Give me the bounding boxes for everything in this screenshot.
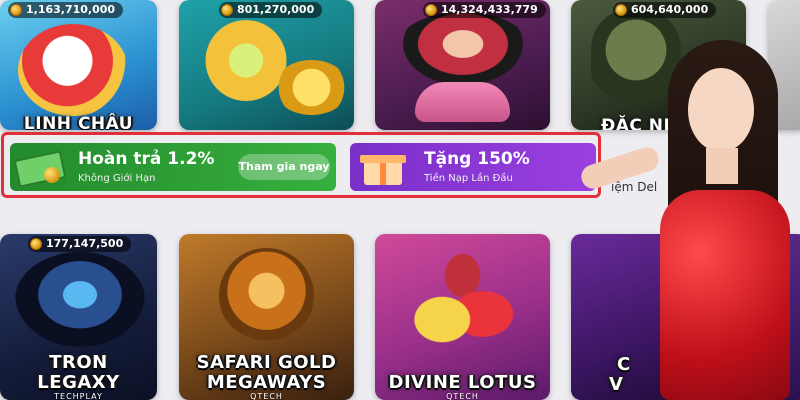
provider-label: QTECH <box>446 392 479 400</box>
game-title: LINH CHÂU <box>23 114 134 130</box>
jackpot-badge: 604,640,000 <box>613 2 717 18</box>
join-now-button[interactable]: Tham gia ngay <box>238 154 330 180</box>
gift-box-icon <box>358 149 408 187</box>
jackpot-badge: 1,163,710,000 <box>8 2 124 18</box>
cashback-title: Hoàn trả 1.2% <box>78 149 215 169</box>
game-title: SAFARI GOLD <box>196 352 337 373</box>
coin-icon <box>10 4 22 16</box>
bonus-title: Tặng 150% <box>424 149 530 169</box>
game-title: DIVINE LOTUS <box>388 372 537 393</box>
game-tile-safari-gold[interactable]: SAFARI GOLD MEGAWAYS QTECH <box>179 234 354 400</box>
bonus-subtitle: Tiền Nạp Lần Đầu <box>424 173 513 184</box>
cashback-promo[interactable]: Hoàn trả 1.2% Không Giới Hạn Tham gia ng… <box>10 143 336 191</box>
coin-icon <box>425 4 437 16</box>
jackpot-badge: 177,147,500 <box>28 236 132 252</box>
game-tile-golden-snake[interactable]: 801,270,000 <box>179 0 354 130</box>
coin-icon <box>30 238 42 250</box>
dragons-figure <box>395 248 530 358</box>
cashback-subtitle: Không Giới Hạn <box>78 173 156 184</box>
game-title-line2: MEGAWAYS <box>206 372 327 393</box>
provider-label: QTECH <box>250 392 283 400</box>
car-figure <box>415 82 510 122</box>
lion-figure <box>219 248 314 343</box>
gold-pile <box>274 60 349 115</box>
provider-label: TECHPLAY <box>54 392 103 400</box>
coin-icon <box>221 4 233 16</box>
game-title: TRON <box>49 352 108 373</box>
rider-figure <box>15 252 145 347</box>
game-tile-tron-legaxy[interactable]: 177,147,500 TRON LEGAXY TECHPLAY <box>0 234 157 400</box>
promo-banner: Hoàn trả 1.2% Không Giới Hạn Tham gia ng… <box>1 132 601 198</box>
characters-figure <box>393 12 533 92</box>
money-stack-icon <box>13 149 70 188</box>
game-tile-linh-chau[interactable]: 1,163,710,000 LINH CHÂU <box>0 0 157 130</box>
coin-icon <box>615 4 627 16</box>
first-deposit-promo[interactable]: Tặng 150% Tiền Nạp Lần Đầu <box>350 143 596 191</box>
model-figure <box>578 40 800 400</box>
game-title-line2: LEGAXY <box>37 372 120 393</box>
jackpot-badge: 801,270,000 <box>219 2 323 18</box>
game-tile-divine-lotus[interactable]: DIVINE LOTUS QTECH <box>375 234 550 400</box>
game-tile-pinup[interactable]: 14,324,433,779 <box>375 0 550 130</box>
jackpot-badge: 14,324,433,779 <box>423 2 546 18</box>
dragon-figure <box>18 24 128 116</box>
